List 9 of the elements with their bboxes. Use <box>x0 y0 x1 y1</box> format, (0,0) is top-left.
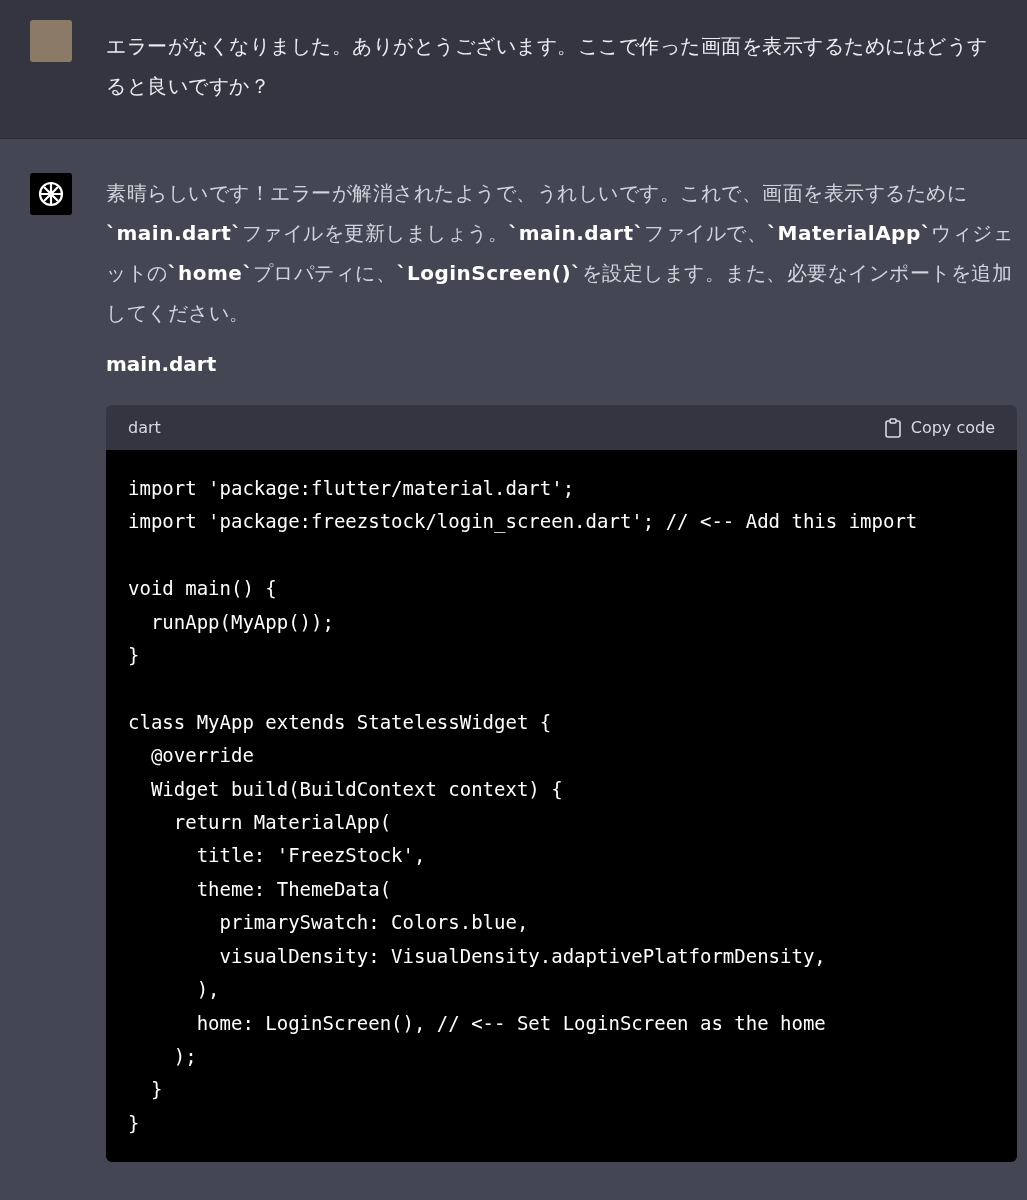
code-text: import 'package:flutter/material.dart'; import 'package:freezstock/login_screen.dart'; // <-- Add this import void main() { runApp(MyApp()); } class MyApp extends StatelessWidget { @override Widget build(BuildContext context) { return MaterialApp( title: 'FreezStock', theme: ThemeData( primarySwatch: Colors.blue, visualDensity: VisualDensity.adaptivePlatformDensity, ), home: LoginScreen(), // <-- Set LoginScreen as the home ); } } <box>106 450 1017 1163</box>
copy-code-button[interactable]: Copy code <box>884 417 995 438</box>
user-message-text: エラーがなくなりました。ありがとうございます。ここで作った画面を表示するためにはどうすると良いですか？ <box>106 33 989 100</box>
avatar-photo-placeholder <box>30 20 72 62</box>
clipboard-icon <box>884 417 901 438</box>
logo-icon <box>30 173 72 215</box>
code-language: dart <box>128 418 161 437</box>
file-heading: main.dart <box>106 351 218 378</box>
assistant-message-text: 素晴らしいです！エラーが解消されたようで、うれしいです。これで、画面を表示するために`main.dart`ファイルを更新しましょう。`main.dart`ファイルで、`MaterialApp`ウィジェットの`home`プロパティに、`LoginScreen()`を設定します。また、必要なインポートを追加してください。 <box>106 180 1015 327</box>
